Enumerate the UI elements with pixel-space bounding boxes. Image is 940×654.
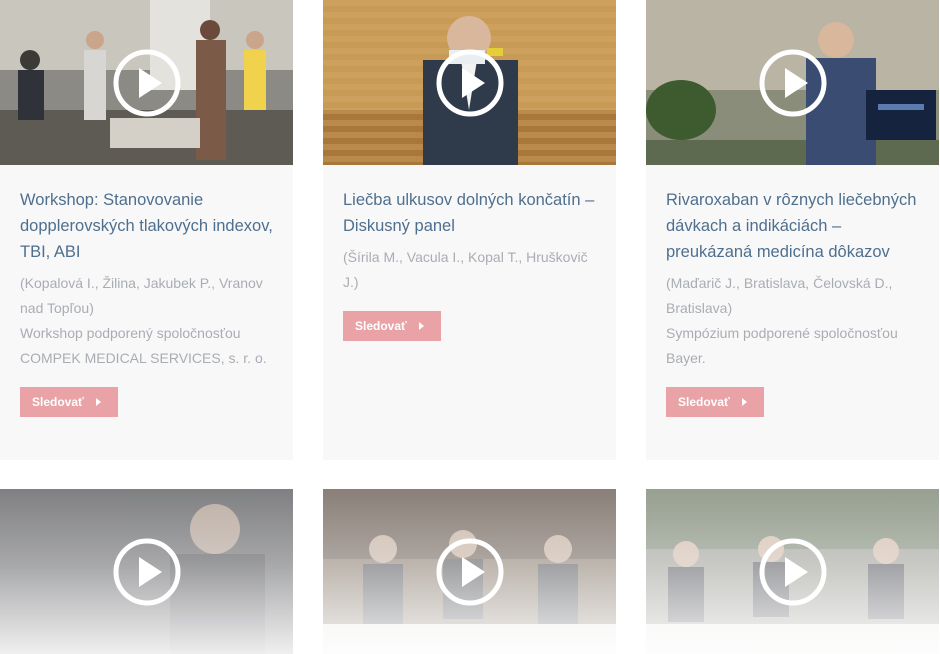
video-card: Liečba ulkusov dolných končatín – Diskus… xyxy=(323,0,616,460)
video-title[interactable]: Rivaroxaban v rôznych liečebných dávkach… xyxy=(666,187,919,265)
play-circle-icon[interactable] xyxy=(758,48,828,118)
video-sponsor-note: Sympózium podporené spoločnosťou Bayer. xyxy=(666,325,898,366)
video-sponsor-note: Workshop podporený spoločnosťou COMPEK M… xyxy=(20,325,267,366)
video-thumbnail[interactable] xyxy=(0,0,293,165)
video-thumbnail[interactable] xyxy=(646,0,939,165)
video-card: Rivaroxaban v rôznych liečebných dávkach… xyxy=(646,0,939,460)
play-circle-icon[interactable] xyxy=(112,537,182,607)
video-card: Workshop: Stanovovanie dopplerovských tl… xyxy=(0,0,293,460)
caret-right-icon xyxy=(418,322,424,330)
watch-button[interactable]: Sledovať xyxy=(666,387,764,417)
play-circle-icon[interactable] xyxy=(758,537,828,607)
video-thumbnail[interactable] xyxy=(323,0,616,165)
video-authors: (Šírila M., Vacula I., Kopal T., Hruškov… xyxy=(343,249,588,290)
video-card xyxy=(323,489,616,654)
video-thumbnail[interactable] xyxy=(646,489,939,654)
watch-button[interactable]: Sledovať xyxy=(343,311,441,341)
caret-right-icon xyxy=(741,398,747,406)
play-circle-icon[interactable] xyxy=(435,537,505,607)
caret-right-icon xyxy=(95,398,101,406)
video-card xyxy=(0,489,293,654)
video-title[interactable]: Liečba ulkusov dolných končatín – Diskus… xyxy=(343,187,596,239)
video-thumbnail[interactable] xyxy=(323,489,616,654)
play-circle-icon[interactable] xyxy=(435,48,505,118)
watch-button-label: Sledovať xyxy=(355,319,407,333)
watch-button-label: Sledovať xyxy=(678,395,730,409)
video-title[interactable]: Workshop: Stanovovanie dopplerovských tl… xyxy=(20,187,273,265)
video-authors: (Maďarič J., Bratislava, Čelovská D., Br… xyxy=(666,275,893,316)
watch-button-label: Sledovať xyxy=(32,395,84,409)
play-circle-icon[interactable] xyxy=(112,48,182,118)
watch-button[interactable]: Sledovať xyxy=(20,387,118,417)
video-thumbnail[interactable] xyxy=(0,489,293,654)
video-card xyxy=(646,489,939,654)
video-authors: (Kopalová I., Žilina, Jakubek P., Vranov… xyxy=(20,275,263,316)
